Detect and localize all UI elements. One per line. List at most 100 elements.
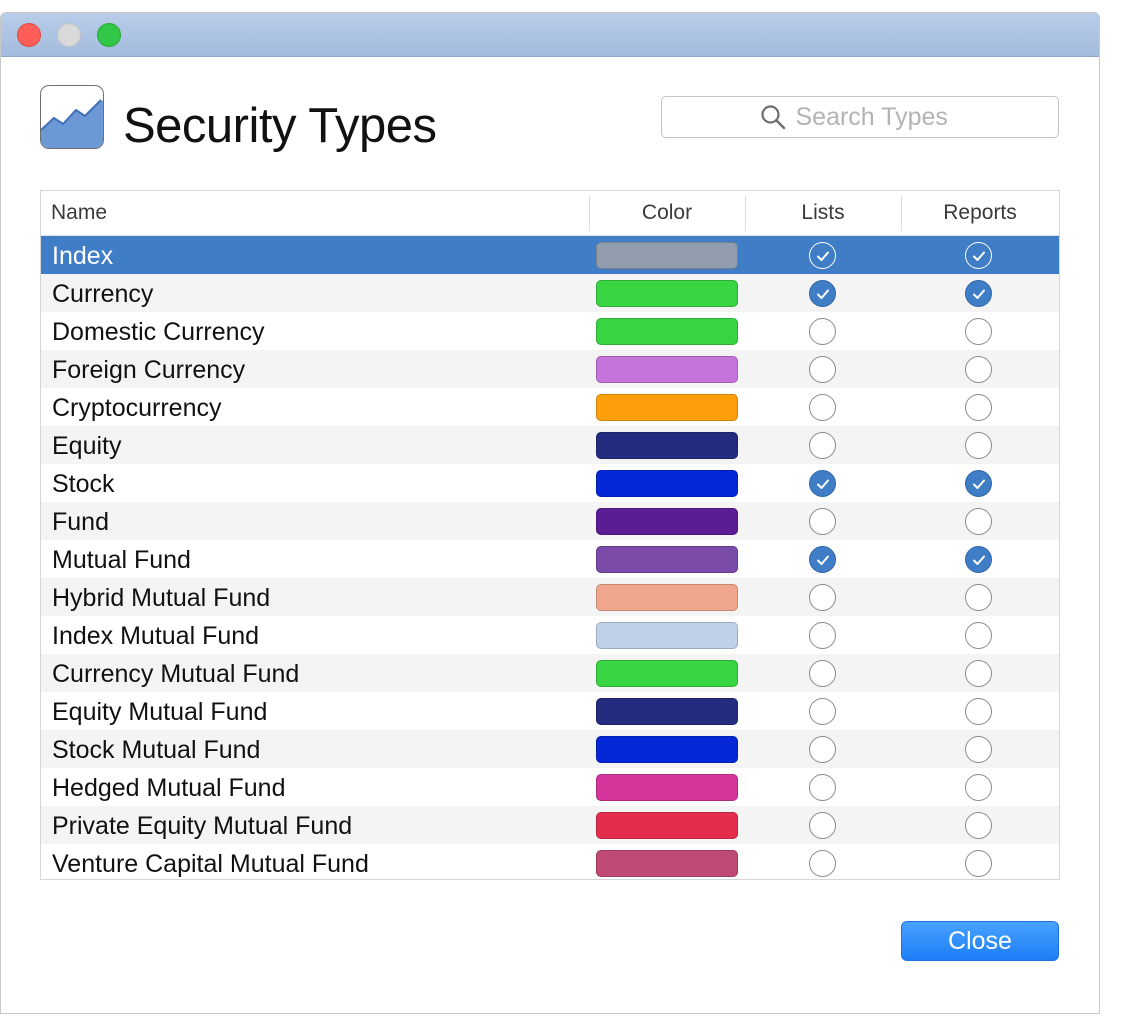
color-swatch[interactable]: [596, 660, 738, 687]
lists-checkbox[interactable]: [809, 242, 836, 269]
row-name: Mutual Fund: [52, 546, 191, 574]
search-field[interactable]: [661, 96, 1059, 138]
table-row[interactable]: Venture Capital Mutual Fund: [41, 844, 1059, 879]
reports-checkbox[interactable]: [965, 280, 992, 307]
reports-checkbox[interactable]: [965, 850, 992, 877]
reports-checkbox[interactable]: [965, 432, 992, 459]
lists-checkbox[interactable]: [809, 508, 836, 535]
column-header-name[interactable]: Name: [51, 191, 107, 236]
lists-checkbox[interactable]: [809, 698, 836, 725]
title-bar[interactable]: [1, 13, 1099, 57]
lists-checkbox[interactable]: [809, 774, 836, 801]
color-swatch[interactable]: [596, 508, 738, 535]
table-row[interactable]: Foreign Currency: [41, 350, 1059, 388]
row-name: Domestic Currency: [52, 318, 265, 346]
color-swatch[interactable]: [596, 318, 738, 345]
reports-checkbox[interactable]: [965, 394, 992, 421]
column-header-color[interactable]: Color: [589, 191, 745, 236]
checkmark-icon: [816, 289, 829, 299]
table-row[interactable]: Hybrid Mutual Fund: [41, 578, 1059, 616]
reports-checkbox[interactable]: [965, 242, 992, 269]
color-swatch[interactable]: [596, 622, 738, 649]
table-row[interactable]: Equity Mutual Fund: [41, 692, 1059, 730]
color-swatch[interactable]: [596, 242, 738, 269]
column-header-reports[interactable]: Reports: [901, 191, 1059, 236]
table-row[interactable]: Private Equity Mutual Fund: [41, 806, 1059, 844]
row-name: Private Equity Mutual Fund: [52, 812, 353, 840]
window-close-icon[interactable]: [17, 23, 41, 47]
color-swatch[interactable]: [596, 470, 738, 497]
color-swatch[interactable]: [596, 736, 738, 763]
color-swatch[interactable]: [596, 394, 738, 421]
table-row[interactable]: Index: [41, 236, 1059, 274]
table-row[interactable]: Stock Mutual Fund: [41, 730, 1059, 768]
window-minimize-icon[interactable]: [57, 23, 81, 47]
close-button[interactable]: Close: [901, 921, 1059, 961]
reports-checkbox[interactable]: [965, 508, 992, 535]
color-swatch[interactable]: [596, 698, 738, 725]
reports-checkbox[interactable]: [965, 736, 992, 763]
table-row[interactable]: Currency Mutual Fund: [41, 654, 1059, 692]
lists-checkbox[interactable]: [809, 622, 836, 649]
lists-checkbox[interactable]: [809, 584, 836, 611]
color-swatch[interactable]: [596, 584, 738, 611]
lists-checkbox[interactable]: [809, 812, 836, 839]
row-name: Cryptocurrency: [52, 394, 222, 422]
table-row[interactable]: Hedged Mutual Fund: [41, 768, 1059, 806]
checkmark-icon: [816, 479, 829, 489]
table-row[interactable]: Fund: [41, 502, 1059, 540]
reports-checkbox[interactable]: [965, 318, 992, 345]
lists-checkbox[interactable]: [809, 546, 836, 573]
security-types-table: Name Color Lists Reports Index Currency Do…: [40, 190, 1060, 880]
reports-checkbox[interactable]: [965, 584, 992, 611]
reports-checkbox[interactable]: [965, 660, 992, 687]
checkmark-icon: [972, 479, 985, 489]
table-row[interactable]: Equity: [41, 426, 1059, 464]
color-swatch[interactable]: [596, 850, 738, 877]
table-row[interactable]: Currency: [41, 274, 1059, 312]
table-row[interactable]: Stock: [41, 464, 1059, 502]
row-name: Hybrid Mutual Fund: [52, 584, 271, 612]
lists-checkbox[interactable]: [809, 318, 836, 345]
window-zoom-icon[interactable]: [97, 23, 121, 47]
reports-checkbox[interactable]: [965, 812, 992, 839]
row-name: Currency: [52, 280, 154, 308]
lists-checkbox[interactable]: [809, 432, 836, 459]
reports-checkbox[interactable]: [965, 470, 992, 497]
color-swatch[interactable]: [596, 546, 738, 573]
column-header-lists[interactable]: Lists: [745, 191, 901, 236]
lists-checkbox[interactable]: [809, 470, 836, 497]
security-chart-icon: [40, 85, 104, 149]
reports-checkbox[interactable]: [965, 774, 992, 801]
color-swatch[interactable]: [596, 774, 738, 801]
reports-checkbox[interactable]: [965, 622, 992, 649]
row-name: Foreign Currency: [52, 356, 246, 384]
reports-checkbox[interactable]: [965, 356, 992, 383]
table-row[interactable]: Mutual Fund: [41, 540, 1059, 578]
row-name: Hedged Mutual Fund: [52, 774, 286, 802]
lists-checkbox[interactable]: [809, 356, 836, 383]
table-row[interactable]: Cryptocurrency: [41, 388, 1059, 426]
color-swatch[interactable]: [596, 432, 738, 459]
lists-checkbox[interactable]: [809, 280, 836, 307]
checkmark-icon: [816, 251, 829, 261]
reports-checkbox[interactable]: [965, 698, 992, 725]
lists-checkbox[interactable]: [809, 394, 836, 421]
checkmark-icon: [816, 555, 829, 565]
search-icon: [760, 105, 785, 130]
lists-checkbox[interactable]: [809, 736, 836, 763]
checkmark-icon: [972, 555, 985, 565]
color-swatch[interactable]: [596, 356, 738, 383]
search-input[interactable]: [795, 102, 961, 132]
page-title: Security Types: [123, 99, 437, 153]
color-swatch[interactable]: [596, 812, 738, 839]
row-name: Stock Mutual Fund: [52, 736, 261, 764]
checkmark-icon: [972, 289, 985, 299]
table-row[interactable]: Index Mutual Fund: [41, 616, 1059, 654]
table-row[interactable]: Domestic Currency: [41, 312, 1059, 350]
lists-checkbox[interactable]: [809, 850, 836, 877]
reports-checkbox[interactable]: [965, 546, 992, 573]
row-name: Venture Capital Mutual Fund: [52, 850, 369, 878]
color-swatch[interactable]: [596, 280, 738, 307]
lists-checkbox[interactable]: [809, 660, 836, 687]
